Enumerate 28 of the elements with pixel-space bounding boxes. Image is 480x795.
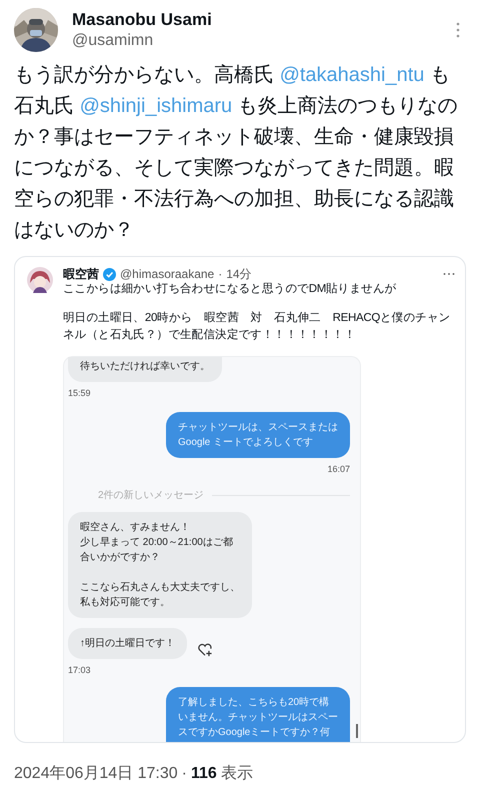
message-time: 16:07 [327,464,350,474]
tweet-text: もう訳が分からない。高橋氏 @takahashi_ntu も石丸氏 @shinji_ishimaru も炎上商法のつもりなのか？事はセーフティネット破壊、生命・健康毀損につながる、そして実際つながってきた問題。暇空らの犯罪・不法行為への加担、助長になる認識はないのか？ [14,63,459,243]
message-text: チャットツールは、スペースまたは Google ミートでよろしくです [178,421,338,450]
new-messages-divider: 2件の新しいメッセージ [98,488,204,502]
more-icon[interactable] [443,272,455,276]
mention-link[interactable]: @takahashi_ntu [280,64,424,86]
quoted-text: 明日の土曜日、20時から 暇空茜 対 石丸伸二 REHACQと僕のチャンネル（と石丸氏？）で生配信決定です！！！！！！！！ [63,310,452,343]
author-name[interactable]: Masanobu Usami [72,10,442,30]
message-text: 了解しました、こちらも20時で構 いません。チャットツールはスペー スですかGoogleミートですか？何 [178,696,338,740]
separator: · [182,765,187,783]
message-time: 17:03 [68,665,91,675]
message-text: 暇空さん、すみません！ 少し早まって 20:00～21:00はご都 合いかがですか？ [80,520,234,565]
mention-link[interactable]: @shinji_ishimaru [80,95,232,117]
avatar [27,267,53,293]
message-text: 待ちいただければ幸いです。 [80,360,210,374]
views-label: 表示 [220,764,253,784]
quoted-author-name: 暇空茜 [63,266,99,282]
post-timestamp: 2024年06月14日 17:30 [14,764,178,784]
view-count: 116 [191,765,217,783]
message-text: ↑明日の土曜日です！ [80,636,175,651]
message-text: ここなら石丸さんも大丈夫ですし、 私も対応可能です。 [80,580,240,610]
post-time: 14分 [226,266,252,282]
quoted-text: ここからは細かい打ち合わせになると思うのでDM貼りませんが [63,282,398,297]
heart-plus-icon[interactable] [197,643,213,657]
message-time: 15:59 [68,388,91,398]
separator: · [218,267,222,281]
author-handle[interactable]: @usamimn [72,32,442,50]
quoted-handle: @himasoraakane [120,267,214,281]
